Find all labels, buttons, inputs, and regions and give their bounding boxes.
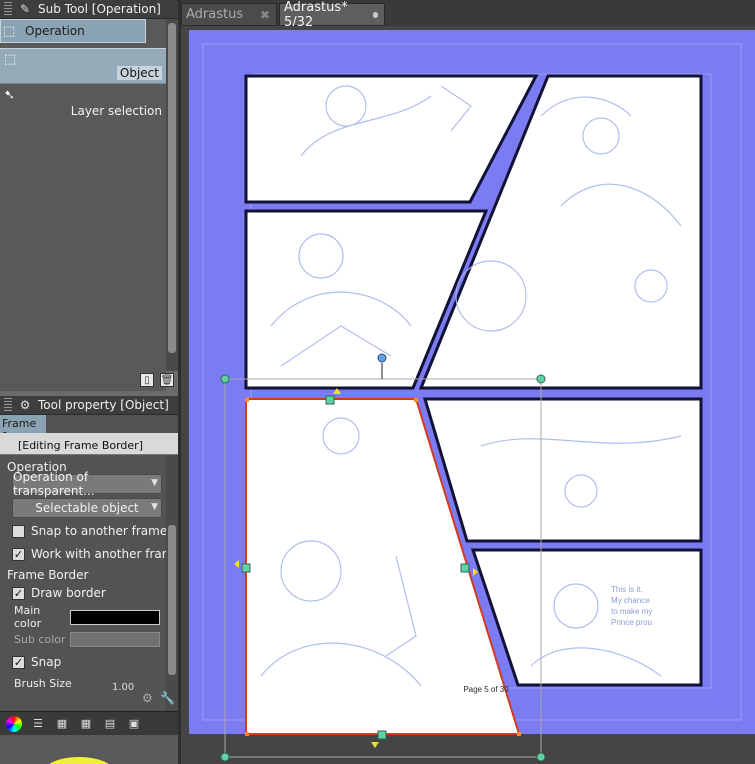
canvas[interactable]: Page 5 of 30 This is it. My chance to ma… bbox=[181, 26, 755, 764]
scrollbar-thumb[interactable] bbox=[168, 525, 176, 675]
bottom-panel-tabs: ☰ ▦ ▦ ▤ ▣ bbox=[0, 711, 178, 735]
edge-handle-bottom[interactable] bbox=[377, 730, 387, 740]
snap-another-frame-label: Snap to another frame border bbox=[31, 524, 166, 538]
subtool-icon: ✎ bbox=[19, 2, 31, 16]
main-color-swatch[interactable] bbox=[70, 609, 160, 625]
editing-label: [Editing Frame Border] bbox=[17, 439, 143, 452]
subtool-panel-title: Sub Tool [Operation] bbox=[38, 2, 161, 16]
canvas-viewport[interactable]: Page 5 of 30 This is it. My chance to ma… bbox=[181, 26, 755, 764]
draw-border-label: Draw border bbox=[31, 586, 106, 600]
tab-label: Adrastus bbox=[186, 7, 244, 22]
checkbox-checked[interactable]: ✓ bbox=[12, 655, 25, 669]
rotate-handle[interactable] bbox=[377, 353, 387, 363]
main-color-row: Main color bbox=[14, 604, 166, 630]
selectable-dropdown-value: Selectable object bbox=[35, 501, 139, 515]
comic-panel-5[interactable] bbox=[422, 397, 703, 543]
intermediate-color-icon[interactable]: ▦ bbox=[76, 715, 96, 733]
subtool-item-label: Object bbox=[116, 66, 162, 80]
draw-border-checkbox[interactable]: ✓ Draw border bbox=[12, 584, 166, 602]
sub-color-row: Sub color bbox=[14, 630, 166, 648]
chevron-down-icon: ▼ bbox=[151, 478, 158, 488]
new-subtool-icon[interactable]: ▯ bbox=[140, 373, 154, 387]
property-panel-header: ⚙ Tool property [Object] bbox=[0, 396, 178, 415]
operation-dropdown[interactable]: Operation of transparent... ▼ bbox=[12, 470, 162, 498]
subtool-actions: ▯ 🗑 bbox=[140, 373, 174, 387]
trash-icon[interactable]: 🗑 bbox=[160, 373, 174, 387]
vertex-handle[interactable] bbox=[414, 398, 418, 402]
frame-border-section-label: Frame Border bbox=[7, 568, 89, 582]
document-area: Adrastus ✖ Adrastus* 5/32 Page 5 of 30 T… bbox=[181, 0, 755, 764]
edge-handle-top[interactable] bbox=[325, 395, 335, 405]
app-window: ✎ Sub Tool [Operation] ⬚ Operation ⬚ Obj… bbox=[0, 0, 755, 764]
property-panel: Frame 1 [Editing Frame Border] Operation… bbox=[0, 415, 178, 711]
brush-size-row: Brush Size 1.00 bbox=[14, 674, 166, 693]
chevron-down-icon: ▼ bbox=[151, 502, 158, 512]
approximate-color-icon[interactable]: ▤ bbox=[100, 715, 120, 733]
tool-group-label: Operation bbox=[25, 24, 85, 38]
panel-grip[interactable] bbox=[4, 398, 12, 412]
arrow-down-icon[interactable] bbox=[371, 742, 379, 748]
operation-dropdown-value: Operation of transparent... bbox=[13, 470, 95, 498]
checkbox-checked[interactable]: ✓ bbox=[12, 586, 25, 600]
color-wheel-area[interactable] bbox=[0, 735, 178, 764]
color-history-icon[interactable]: ▣ bbox=[124, 715, 144, 733]
tab-adrastus-page5[interactable]: Adrastus* 5/32 bbox=[279, 0, 385, 30]
color-wheel-preview[interactable] bbox=[44, 757, 114, 764]
vertex-handle[interactable] bbox=[245, 732, 249, 736]
subtool-item-label: Layer selection bbox=[70, 104, 162, 118]
edge-handle-right[interactable] bbox=[460, 563, 470, 573]
tool-group-operation[interactable]: ⬚ Operation bbox=[0, 19, 146, 43]
editing-frame-border-bar: [Editing Frame Border] bbox=[0, 433, 178, 455]
checkbox-unchecked[interactable] bbox=[12, 524, 25, 538]
checkbox-checked[interactable]: ✓ bbox=[12, 547, 25, 561]
left-panel: ✎ Sub Tool [Operation] ⬚ Operation ⬚ Obj… bbox=[0, 0, 178, 764]
brush-size-label: Brush Size bbox=[14, 676, 72, 690]
wrench-icon[interactable]: 🔧 bbox=[160, 691, 175, 705]
vertex-handle[interactable] bbox=[517, 732, 521, 736]
brush-size-value[interactable]: 1.00 bbox=[112, 682, 134, 693]
snap-another-frame-checkbox[interactable]: Snap to another frame border bbox=[12, 522, 166, 540]
tool-property-icon: ⚙ bbox=[19, 398, 31, 412]
vertex-handle[interactable] bbox=[245, 398, 249, 402]
color-set-icon[interactable]: ▦ bbox=[52, 715, 72, 733]
selectable-object-dropdown[interactable]: Selectable object ▼ bbox=[12, 498, 162, 518]
subtool-item-object[interactable]: ⬚ Object bbox=[0, 48, 166, 84]
subtool-list: ⬚ Operation ⬚ Object ➷ Layer selection bbox=[0, 19, 166, 391]
subtool-item-layer-selection[interactable]: ➷ Layer selection bbox=[0, 85, 166, 121]
settings-icon[interactable]: ⚙ bbox=[142, 691, 153, 705]
layer-selection-icon: ➷ bbox=[4, 88, 15, 103]
property-panel-title: Tool property [Object] bbox=[38, 398, 169, 412]
scrollbar-thumb[interactable] bbox=[168, 23, 176, 353]
snap-label: Snap bbox=[31, 655, 62, 669]
main-color-label: Main color bbox=[14, 604, 42, 630]
object-cursor-icon: ⬚ bbox=[4, 52, 17, 67]
edge-handle-left[interactable] bbox=[241, 563, 251, 573]
page-number-label: Page 5 of 30 bbox=[463, 685, 509, 694]
color-wheel-icon[interactable] bbox=[4, 715, 24, 733]
corner-handle-tr[interactable] bbox=[536, 374, 546, 384]
panel-grip[interactable] bbox=[4, 2, 12, 16]
color-slider-icon[interactable]: ☰ bbox=[28, 715, 48, 733]
frame-tab[interactable]: Frame 1 bbox=[0, 415, 46, 443]
work-another-frame-checkbox[interactable]: ✓ Work with another frame border bbox=[12, 545, 166, 563]
sub-color-swatch bbox=[70, 631, 160, 647]
close-icon[interactable]: ✖ bbox=[260, 8, 270, 22]
corner-handle-bl[interactable] bbox=[220, 752, 230, 762]
document-tabs: Adrastus ✖ Adrastus* 5/32 bbox=[181, 0, 387, 30]
sub-color-label: Sub color bbox=[14, 632, 66, 646]
subtool-panel-header: ✎ Sub Tool [Operation] bbox=[0, 0, 178, 19]
tab-adrastus[interactable]: Adrastus ✖ bbox=[181, 3, 277, 26]
unsaved-dot-icon bbox=[372, 11, 378, 18]
property-scrollbar[interactable] bbox=[166, 455, 178, 711]
subtool-scrollbar[interactable] bbox=[166, 19, 178, 371]
operation-icon: ⬚ bbox=[3, 23, 16, 39]
snap-checkbox[interactable]: ✓ Snap bbox=[12, 653, 166, 671]
work-another-frame-label: Work with another frame border bbox=[31, 547, 166, 561]
corner-handle-tl[interactable] bbox=[220, 374, 230, 384]
corner-handle-br[interactable] bbox=[536, 752, 546, 762]
